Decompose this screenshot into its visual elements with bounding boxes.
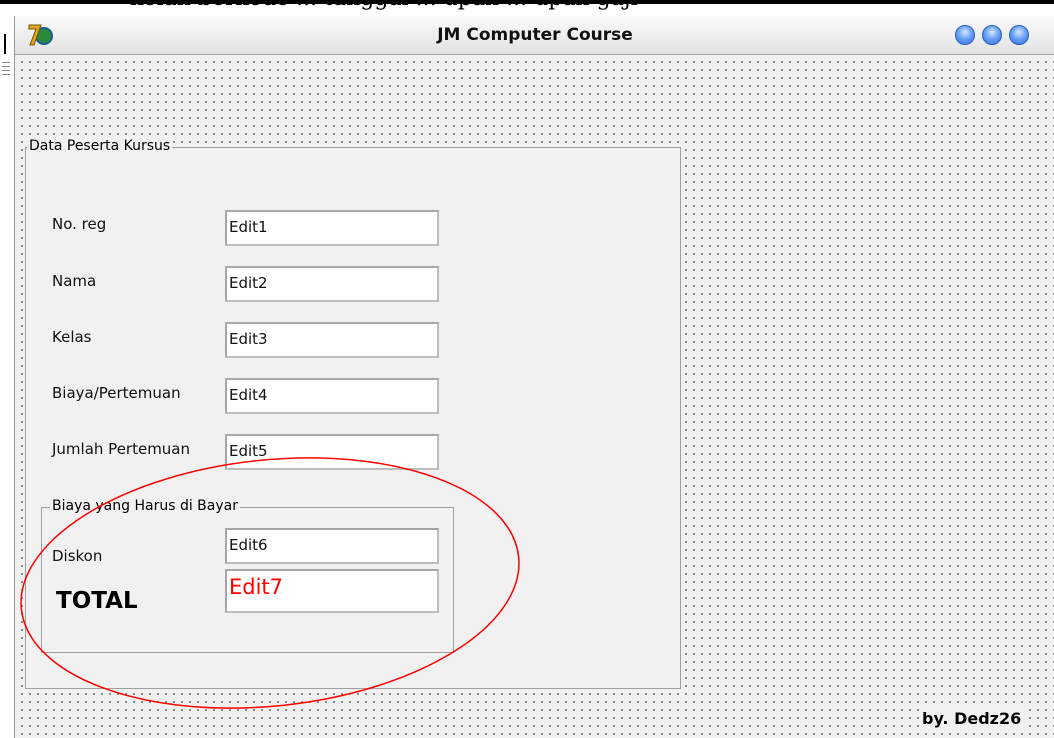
- label-no-reg: No. reg: [52, 215, 107, 233]
- window-title: JM Computer Course: [437, 25, 633, 45]
- close-button[interactable]: [1009, 25, 1029, 45]
- edit4-input[interactable]: Edit4: [225, 378, 439, 414]
- author-credit: by. Dedz26: [920, 709, 1024, 728]
- title-bar[interactable]: JM Computer Course: [15, 16, 1054, 55]
- label-total: TOTAL: [56, 588, 138, 614]
- label-jumlah-pertemuan: Jumlah Pertemuan: [52, 440, 191, 458]
- background-document-text: kolah berkode ... tanggal ... upah ... u…: [130, 0, 638, 11]
- edit6-input[interactable]: Edit6: [225, 528, 439, 564]
- edit2-input[interactable]: Edit2: [225, 266, 439, 302]
- edit7-input[interactable]: Edit7: [225, 569, 439, 613]
- groupbox-caption: Data Peserta Kursus: [27, 138, 173, 154]
- groupbox-caption: Biaya yang Harus di Bayar: [50, 498, 240, 514]
- ide-gutter-lines: [2, 62, 10, 78]
- form-design-grid: Data Peserta Kursus No. reg Edit1 Nama E…: [15, 55, 1054, 738]
- edit3-input[interactable]: Edit3: [225, 322, 439, 358]
- label-biaya-pertemuan: Biaya/Pertemuan: [52, 384, 181, 402]
- groupbox-data-peserta: Data Peserta Kursus No. reg Edit1 Nama E…: [25, 138, 681, 689]
- ide-left-marker: [4, 34, 6, 54]
- edit5-input[interactable]: Edit5: [225, 434, 439, 470]
- label-diskon: Diskon: [52, 547, 103, 565]
- minimize-button[interactable]: [955, 25, 975, 45]
- label-nama: Nama: [52, 272, 97, 290]
- edit1-input[interactable]: Edit1: [225, 210, 439, 246]
- form-window: JM Computer Course Data Peserta Kursus N…: [14, 16, 1054, 738]
- maximize-button[interactable]: [982, 25, 1002, 45]
- groupbox-biaya-bayar: Biaya yang Harus di Bayar Diskon Edit6 T…: [41, 498, 454, 653]
- label-kelas: Kelas: [52, 328, 92, 346]
